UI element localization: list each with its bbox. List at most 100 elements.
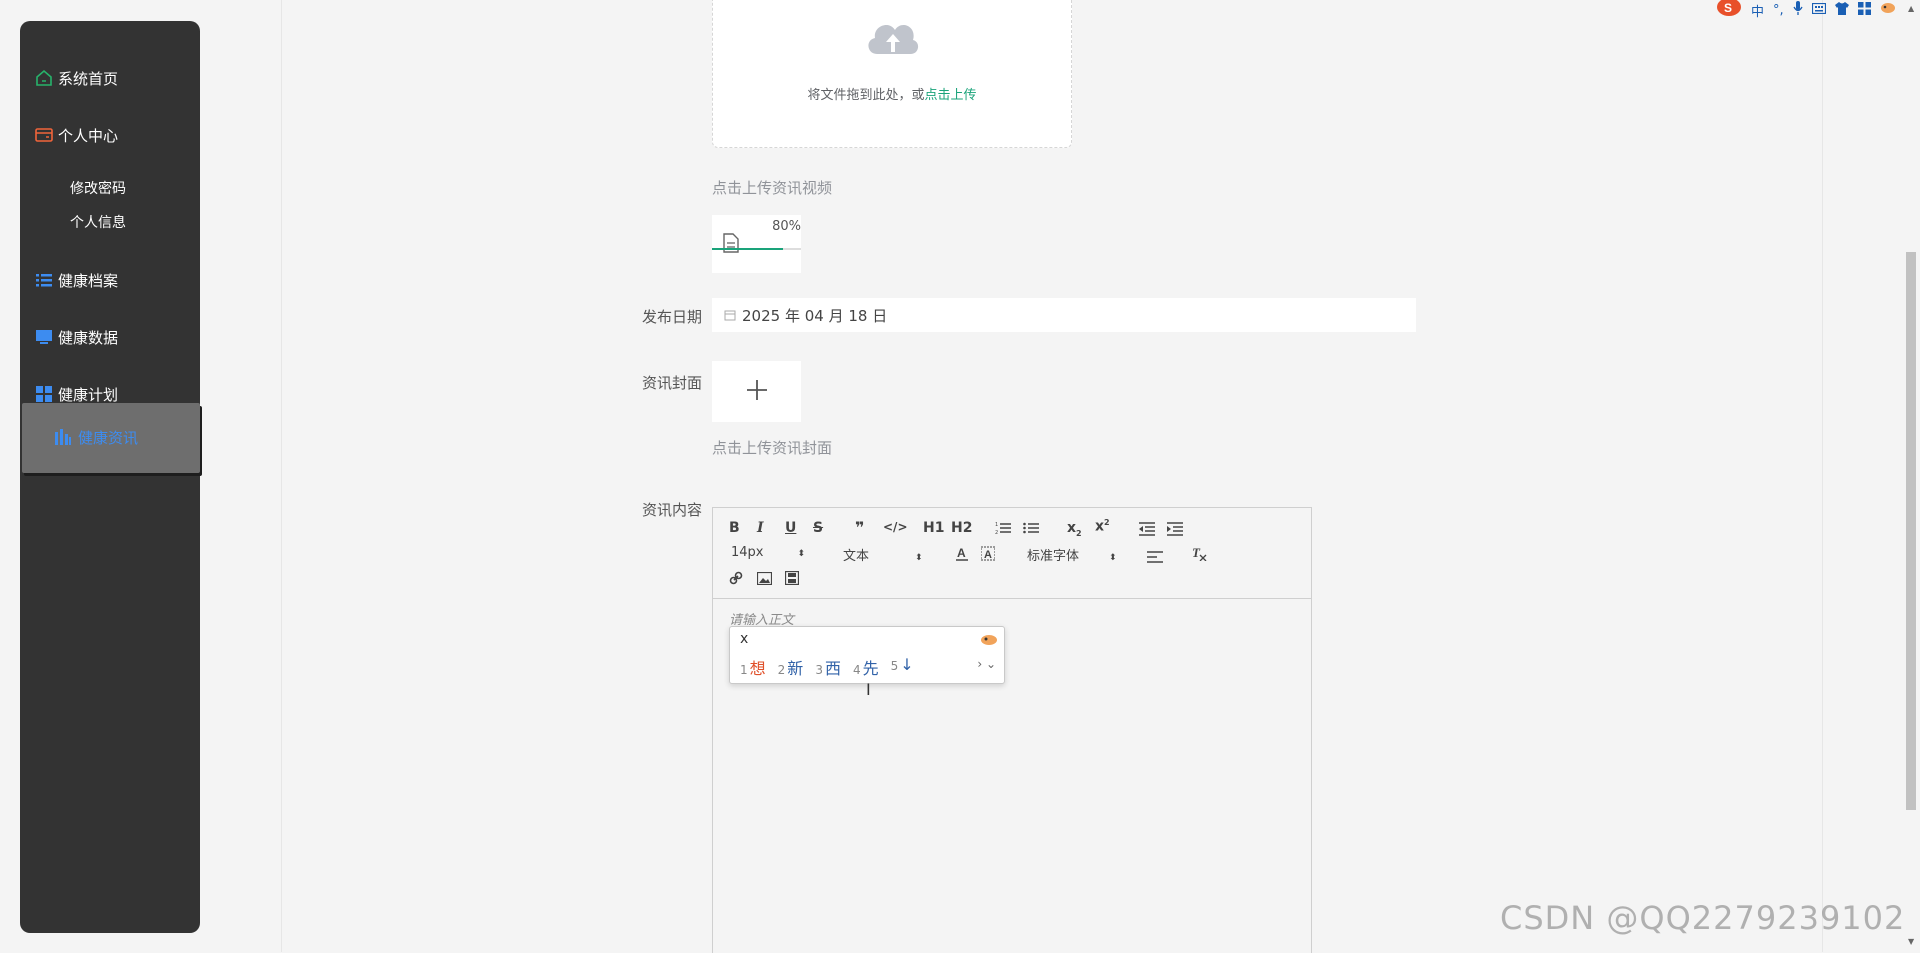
document-icon (720, 232, 742, 258)
cover-upload-button[interactable] (712, 361, 801, 422)
content-divider (281, 0, 282, 952)
ime-status-bar[interactable]: S 中 °, (1716, 0, 1905, 20)
font-size-value: 14px (731, 545, 764, 560)
indent-icon[interactable] (1167, 521, 1183, 540)
upload-link[interactable]: 点击上传 (925, 88, 977, 103)
calendar-icon (724, 309, 736, 321)
background-color-icon[interactable]: A (980, 546, 996, 566)
font-family-select[interactable]: 标准字体 ⬍ (1027, 545, 1117, 564)
candidate-index: 3 (815, 663, 823, 677)
cover-label: 资讯封面 (641, 374, 702, 392)
underline-button[interactable]: U (785, 520, 796, 536)
bold-button[interactable]: B (729, 520, 740, 536)
rich-text-editor[interactable]: B I U S ❞ </> H1 H2 12 x2 x2 14px ⬍ 文本 ⬍ A… (712, 507, 1312, 953)
video-upload-tip: 点击上传资讯视频 (712, 179, 833, 197)
upload-progress-fill (712, 248, 784, 250)
video-icon[interactable] (784, 570, 800, 589)
ime-candidate-list: 1想 2新 3西 4先 5 ↓ (740, 655, 926, 679)
svg-text:A: A (984, 549, 992, 561)
svg-text:T: T (1192, 545, 1201, 560)
sogou-logo-icon: S (1716, 0, 1742, 22)
blockquote-button[interactable]: ❞ (855, 518, 864, 537)
font-size-select[interactable]: 14px ⬍ (731, 545, 805, 560)
candidate-text: 新 (787, 659, 804, 678)
subscript-button[interactable]: x2 (1067, 520, 1082, 538)
candidate-index: 5 (890, 659, 899, 673)
monitor-icon (34, 327, 54, 347)
image-icon[interactable] (756, 570, 773, 589)
link-icon[interactable] (729, 570, 743, 589)
sidebar-item-label: 健康数据 (58, 328, 119, 347)
heading1-button[interactable]: H1 (923, 520, 944, 536)
chart-icon (54, 428, 74, 448)
heading2-button[interactable]: H2 (951, 520, 972, 536)
sidebar-item-profile[interactable]: 个人中心 (34, 123, 118, 147)
uploaded-video-file[interactable]: 80% (712, 215, 801, 273)
bullet-list-icon[interactable] (1023, 520, 1039, 539)
page-scrollbar-thumb[interactable] (1906, 252, 1916, 810)
punctuation-icon[interactable]: °, (1773, 3, 1784, 18)
sidebar-subitem-change-password[interactable]: 修改密码 (70, 178, 126, 198)
candidate-index: 1 (740, 663, 748, 677)
sogou-skin-icon (980, 631, 998, 650)
candidate-text: 先 (862, 659, 879, 678)
keyboard-icon[interactable] (1811, 2, 1826, 18)
superscript-button[interactable]: x2 (1095, 518, 1110, 535)
skin-shirt-icon[interactable] (1834, 1, 1849, 19)
align-icon[interactable] (1147, 548, 1163, 567)
candidate-index: 4 (852, 663, 861, 677)
publish-date-input[interactable]: 2025 年 04 月 18 日 (712, 298, 1416, 332)
upload-progress-label: 80% (772, 219, 801, 234)
svg-text:A: A (957, 546, 966, 560)
ordered-list-icon[interactable]: 12 (995, 520, 1011, 539)
microphone-icon[interactable] (1793, 1, 1803, 19)
ime-composition: x (740, 631, 749, 647)
sidebar-item-health-news[interactable]: 健康资讯 (54, 427, 138, 448)
publish-date-value: 2025 年 04 月 18 日 (742, 306, 888, 325)
sidebar (20, 21, 200, 933)
font-color-icon[interactable]: A (955, 546, 969, 566)
svg-text:1: 1 (995, 522, 998, 528)
video-upload-dropzone[interactable]: 将文件拖到此处，或点击上传 (712, 0, 1072, 148)
upload-instruction: 将文件拖到此处，或点击上传 (713, 84, 1071, 103)
italic-button[interactable]: I (757, 520, 764, 536)
cloud-upload-icon (863, 10, 923, 64)
scroll-down-arrow-icon[interactable]: ▼ (1908, 937, 1914, 946)
candidate-text: ↓ (900, 655, 914, 674)
sidebar-item-health-records[interactable]: 健康档案 (34, 268, 118, 292)
sidebar-item-health-data[interactable]: 健康数据 (34, 325, 118, 349)
toolbox-grid-icon[interactable] (1857, 1, 1871, 19)
watermark: CSDN @QQ2279239102 (1500, 899, 1906, 937)
select-arrows-icon: ⬍ (1109, 553, 1117, 563)
ime-candidate[interactable]: 1想 (740, 655, 766, 679)
ime-candidate-popup[interactable]: x 1想 2新 3西 4先 5 ↓ › ⌄ (729, 626, 1005, 684)
text-type-select[interactable]: 文本 ⬍ (843, 545, 923, 564)
mascot-icon[interactable] (1880, 2, 1896, 18)
card-icon (34, 125, 54, 145)
ime-candidate[interactable]: 5 ↓ (891, 655, 914, 679)
svg-text:2: 2 (995, 530, 998, 535)
ime-page-controls[interactable]: › ⌄ (977, 657, 996, 671)
clear-format-icon[interactable]: T (1191, 545, 1207, 565)
scroll-up-arrow-icon[interactable]: ▲ (1908, 4, 1914, 13)
ime-candidate[interactable]: 4先 (853, 655, 879, 679)
content-right-divider (1822, 0, 1823, 952)
sidebar-item-home[interactable]: 系统首页 (34, 66, 118, 90)
strike-button[interactable]: S (813, 520, 823, 536)
home-icon (34, 68, 54, 88)
sidebar-item-label: 健康计划 (58, 385, 119, 404)
svg-text:S: S (1724, 1, 1732, 15)
candidate-text: 西 (824, 659, 841, 678)
ime-candidate[interactable]: 2新 (778, 655, 804, 679)
sidebar-subitem-personal-info[interactable]: 个人信息 (70, 212, 126, 232)
list-icon (34, 270, 54, 290)
ime-candidate[interactable]: 3西 (815, 655, 841, 679)
publish-date-label: 发布日期 (641, 308, 702, 326)
candidate-index: 2 (777, 663, 786, 677)
code-block-button[interactable]: </> (883, 520, 908, 534)
sidebar-item-label: 个人中心 (58, 126, 119, 145)
editor-toolbar: B I U S ❞ </> H1 H2 12 x2 x2 14px ⬍ 文本 ⬍ A… (713, 508, 1311, 599)
text-type-value: 文本 (843, 549, 870, 564)
outdent-icon[interactable] (1139, 521, 1155, 540)
ime-mode-indicator[interactable]: 中 (1751, 1, 1764, 20)
